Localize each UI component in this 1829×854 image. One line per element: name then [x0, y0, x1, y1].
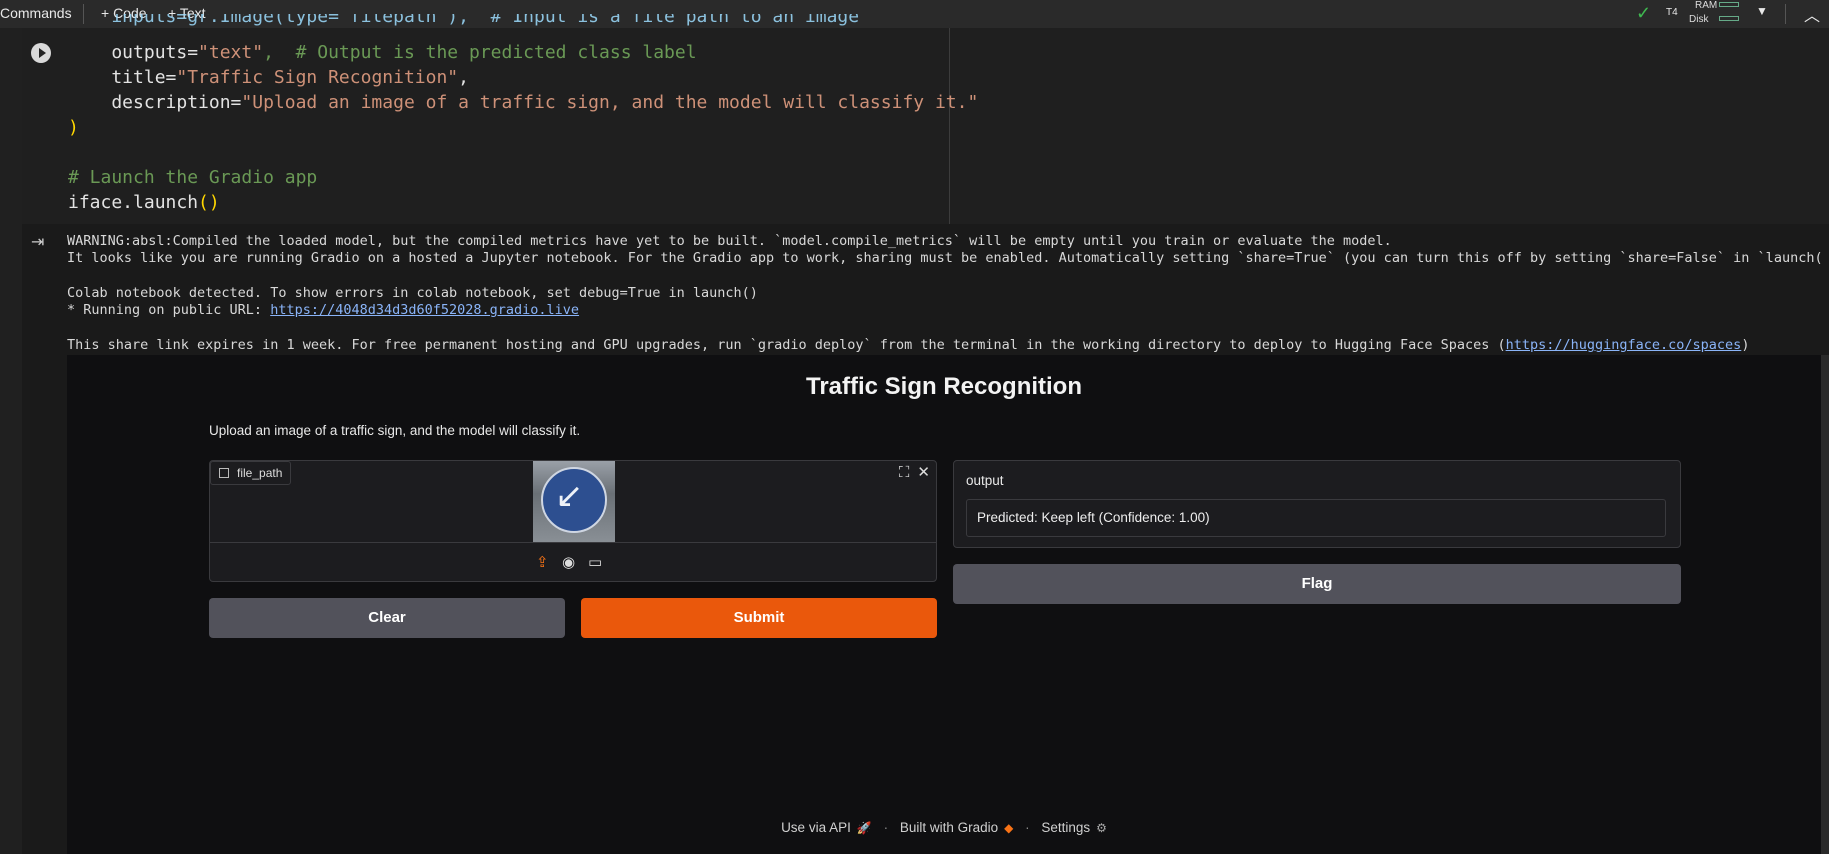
warning-text: WARNING:absl:Compiled the loaded model, … — [67, 233, 1392, 249]
output-textbox[interactable]: Predicted: Keep left (Confidence: 1.00) — [966, 499, 1666, 537]
code-line-launch: iface.launch() — [68, 190, 220, 215]
use-via-api-link[interactable]: Use via API — [781, 820, 851, 835]
spaces-link[interactable]: https://huggingface.co/spaces — [1506, 337, 1742, 353]
image-icon — [219, 468, 229, 478]
settings-link[interactable]: Settings — [1041, 820, 1090, 835]
gradio-logo-icon: ◆ — [1004, 821, 1014, 835]
upload-icon[interactable]: ⇪ — [536, 553, 549, 571]
close-icon[interactable]: ✕ — [917, 463, 930, 481]
input-label-badge: file_path — [210, 461, 292, 485]
webcam-icon[interactable]: ◉ — [562, 553, 575, 571]
image-tools: ⛶ ✕ — [891, 463, 930, 481]
code-line-comment: # Launch the Gradio app — [68, 167, 318, 188]
app-description: Upload an image of a traffic sign, and t… — [209, 423, 581, 438]
gear-icon: ⚙ — [1096, 821, 1107, 835]
code-keyword: outputs= — [68, 42, 199, 63]
ram-meter — [1719, 2, 1739, 7]
connected-check-icon: ✓ — [1636, 3, 1652, 23]
public-url-link[interactable]: https://4048d34d3d60f52028.gradio.live — [270, 302, 579, 318]
app-title: Traffic Sign Recognition — [805, 373, 1082, 400]
code-string: "Upload an image of a traffic sign, and … — [241, 92, 979, 113]
clipboard-icon[interactable]: ▭ — [588, 553, 602, 571]
expires-prefix: This share link expires in 1 week. For f… — [67, 337, 1506, 353]
commands-button[interactable]: Commands — [0, 5, 72, 21]
code-keyword: title= — [68, 67, 177, 88]
fullscreen-icon[interactable]: ⛶ — [899, 463, 910, 481]
output-panel: output Predicted: Keep left (Confidence:… — [953, 460, 1681, 548]
expires-line: This share link expires in 1 week. For f… — [67, 337, 1749, 354]
code-paren: () — [198, 192, 220, 213]
gradio-app: Traffic Sign Recognition Upload an image… — [67, 355, 1821, 854]
ram-label: RAM — [1695, 0, 1718, 11]
code-keyword: description= — [68, 92, 242, 113]
scrollbar[interactable] — [1821, 355, 1829, 854]
rocket-icon: 🚀 — [856, 821, 872, 835]
share-note-text: It looks like you are running Gradio on … — [67, 250, 1821, 266]
code-comment: , # Output is the predicted class label — [263, 42, 697, 63]
code-punct: , — [458, 67, 469, 88]
image-input[interactable]: file_path ↙ ⛶ ✕ ⇪ ◉ ▭ — [209, 460, 937, 582]
running-prefix: * Running on public URL: — [67, 302, 271, 318]
output-toggle-icon[interactable]: ⇥ — [31, 232, 44, 251]
footer-separator: · — [1025, 820, 1030, 835]
ruler-line — [949, 28, 950, 224]
clear-button[interactable]: Clear — [209, 598, 565, 638]
code-line-description: description="Upload an image of a traffi… — [68, 90, 978, 115]
code-string: "Traffic Sign Recognition" — [176, 67, 459, 88]
runtime-type[interactable]: T4 — [1666, 7, 1678, 18]
toolbar-divider — [1785, 4, 1786, 24]
submit-button[interactable]: Submit — [581, 598, 937, 638]
disk-label: Disk — [1689, 14, 1709, 25]
arrow-down-left-icon: ↙ — [555, 476, 584, 516]
code-line-title: title="Traffic Sign Recognition", — [68, 65, 469, 90]
uploaded-image-preview: ↙ — [533, 461, 615, 543]
built-with-gradio-link[interactable]: Built with Gradio — [900, 820, 998, 835]
flag-button[interactable]: Flag — [953, 564, 1681, 604]
cell-gutter — [0, 28, 22, 854]
code-line-outputs: outputs="text", # Output is the predicte… — [68, 40, 697, 65]
code-line-inputs: inputs=gr.Image(type="filepath"), # Inpu… — [68, 14, 860, 27]
disk-meter — [1719, 16, 1739, 21]
running-url-line: * Running on public URL: https://4048d34… — [67, 302, 579, 319]
collapse-chevron-up-icon[interactable]: ︿ — [1804, 2, 1820, 26]
input-label: file_path — [237, 466, 283, 480]
code-call: iface.launch — [68, 192, 199, 213]
resources-dropdown-chevron-icon[interactable]: ▼ — [1756, 4, 1768, 18]
gradio-footer: Use via API 🚀 · Built with Gradio ◆ · Sett… — [67, 820, 1821, 835]
code-line-close-paren: ) — [68, 117, 79, 138]
output-label: output — [966, 473, 1004, 488]
source-toolbar: ⇪ ◉ ▭ — [210, 542, 936, 582]
expires-suffix: ) — [1741, 337, 1750, 353]
footer-separator: · — [883, 820, 889, 835]
colab-note-text: Colab notebook detected. To show errors … — [67, 285, 758, 301]
code-string: "text" — [198, 42, 264, 63]
run-cell-button[interactable] — [31, 43, 51, 63]
